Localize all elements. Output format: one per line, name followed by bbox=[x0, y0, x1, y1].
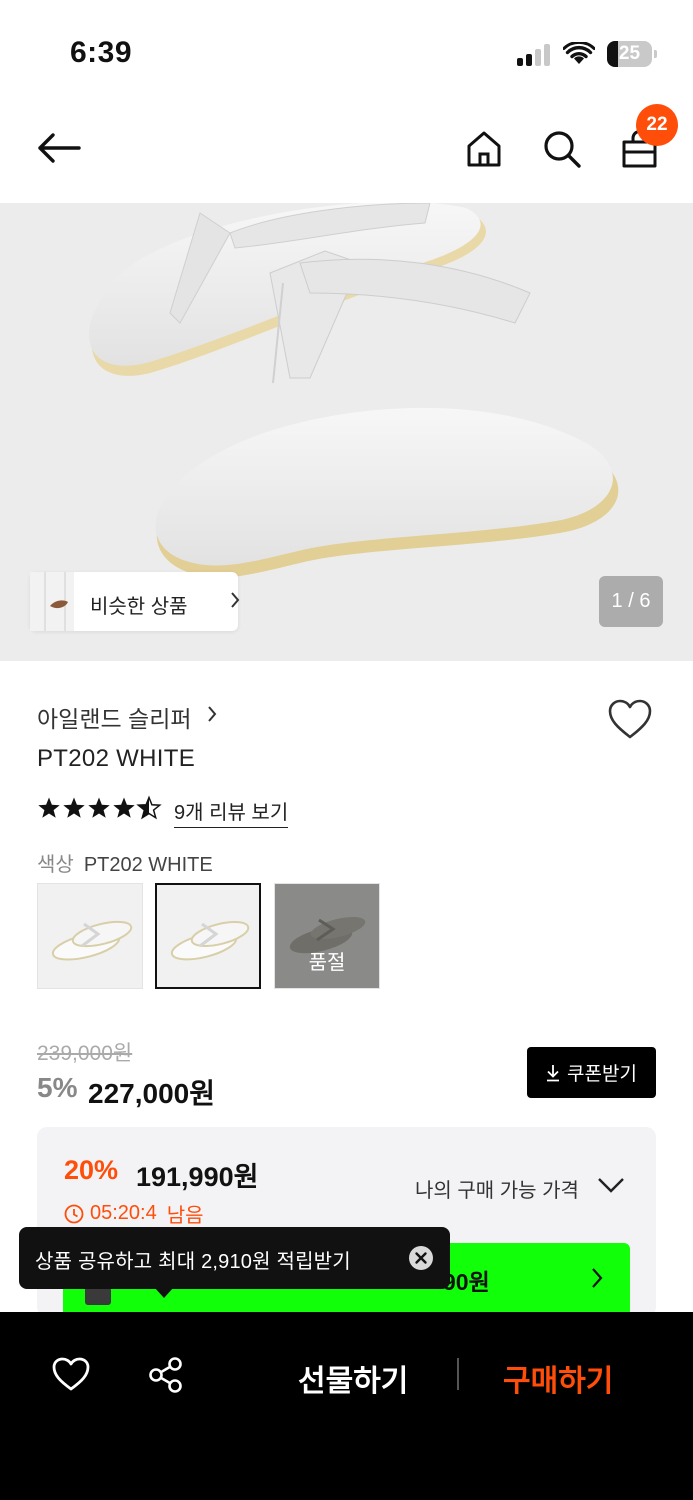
timer-value: 05:20:4 bbox=[90, 1202, 157, 1224]
chevron-right-icon[interactable] bbox=[207, 705, 217, 723]
buy-button[interactable]: 구매하기 bbox=[503, 1356, 613, 1400]
chevron-down-icon[interactable] bbox=[597, 1176, 625, 1194]
color-value: PT202 WHITE bbox=[83, 854, 213, 876]
sale-price: 227,000원 bbox=[88, 1078, 215, 1109]
color-swatch-1[interactable] bbox=[37, 883, 143, 989]
bottom-action-bar: 선물하기 구매하기 bbox=[0, 1312, 693, 1500]
best-price-bar-price: 90원 bbox=[443, 1269, 490, 1295]
battery-percent: 25 bbox=[618, 43, 641, 64]
status-time: 6:39 bbox=[70, 36, 133, 69]
similar-thumbnail bbox=[30, 572, 74, 631]
tooltip-arrow bbox=[155, 1288, 173, 1298]
coupon-button-label: 쿠폰받기 bbox=[567, 1064, 637, 1085]
tooltip-text: 상품 공유하고 최대 2,910원 적립받기 bbox=[35, 1251, 351, 1273]
heart-icon[interactable] bbox=[51, 1356, 91, 1392]
chevron-right-icon bbox=[231, 592, 240, 608]
color-label: 색상 bbox=[37, 854, 74, 876]
sold-out-label: 품절 bbox=[308, 952, 346, 974]
rating-stars bbox=[38, 796, 161, 819]
top-nav bbox=[0, 100, 693, 203]
timer-suffix: 남음 bbox=[166, 1205, 204, 1227]
divider bbox=[457, 1358, 459, 1390]
my-price-toggle-label[interactable]: 나의 구매 가능 가격 bbox=[415, 1174, 579, 1203]
white-sandal-thumbnail bbox=[170, 921, 250, 961]
color-row: 색상 PT202 WHITE bbox=[37, 848, 213, 877]
white-sandal-thumbnail bbox=[51, 920, 133, 961]
status-bar: 6:39 25 bbox=[0, 0, 693, 100]
review-link[interactable]: 9개 리뷰 보기 bbox=[174, 796, 289, 828]
color-swatch-3[interactable]: 품절 bbox=[274, 883, 380, 989]
close-icon[interactable] bbox=[408, 1245, 434, 1271]
similar-products-label: 비슷한 상품 bbox=[90, 596, 188, 618]
countdown-timer: 05:20:4 남음 bbox=[64, 1199, 204, 1228]
cart-count-badge: 22 bbox=[636, 104, 678, 146]
clock-icon bbox=[64, 1204, 84, 1223]
best-discount-rate: 20% bbox=[64, 1155, 119, 1185]
back-arrow-icon[interactable] bbox=[36, 132, 82, 164]
search-icon[interactable] bbox=[542, 129, 582, 169]
download-icon bbox=[547, 1064, 560, 1081]
battery-icon: 25 bbox=[607, 41, 657, 67]
similar-products-button[interactable]: 비슷한 상품 bbox=[30, 572, 240, 631]
chevron-right-icon bbox=[592, 1268, 603, 1288]
wifi-icon bbox=[563, 42, 595, 64]
gift-button[interactable]: 선물하기 bbox=[298, 1356, 408, 1400]
coupon-button[interactable]: 쿠폰받기 bbox=[527, 1047, 656, 1098]
cellular-signal-icon bbox=[517, 44, 553, 66]
share-reward-tooltip: 상품 공유하고 최대 2,910원 적립받기 bbox=[19, 1227, 450, 1289]
product-title: PT202 WHITE bbox=[37, 745, 195, 772]
color-swatch-2[interactable] bbox=[155, 883, 261, 989]
best-price: 191,990원 bbox=[136, 1162, 259, 1192]
share-icon[interactable] bbox=[147, 1356, 185, 1394]
image-pager: 1 / 6 bbox=[599, 576, 663, 627]
heart-icon[interactable] bbox=[607, 698, 653, 740]
original-price: 239,000원 bbox=[37, 1042, 133, 1065]
home-icon[interactable] bbox=[465, 130, 503, 168]
brand-name[interactable]: 아일랜드 슬리퍼 bbox=[37, 700, 192, 734]
discount-rate: 5% bbox=[37, 1072, 78, 1103]
